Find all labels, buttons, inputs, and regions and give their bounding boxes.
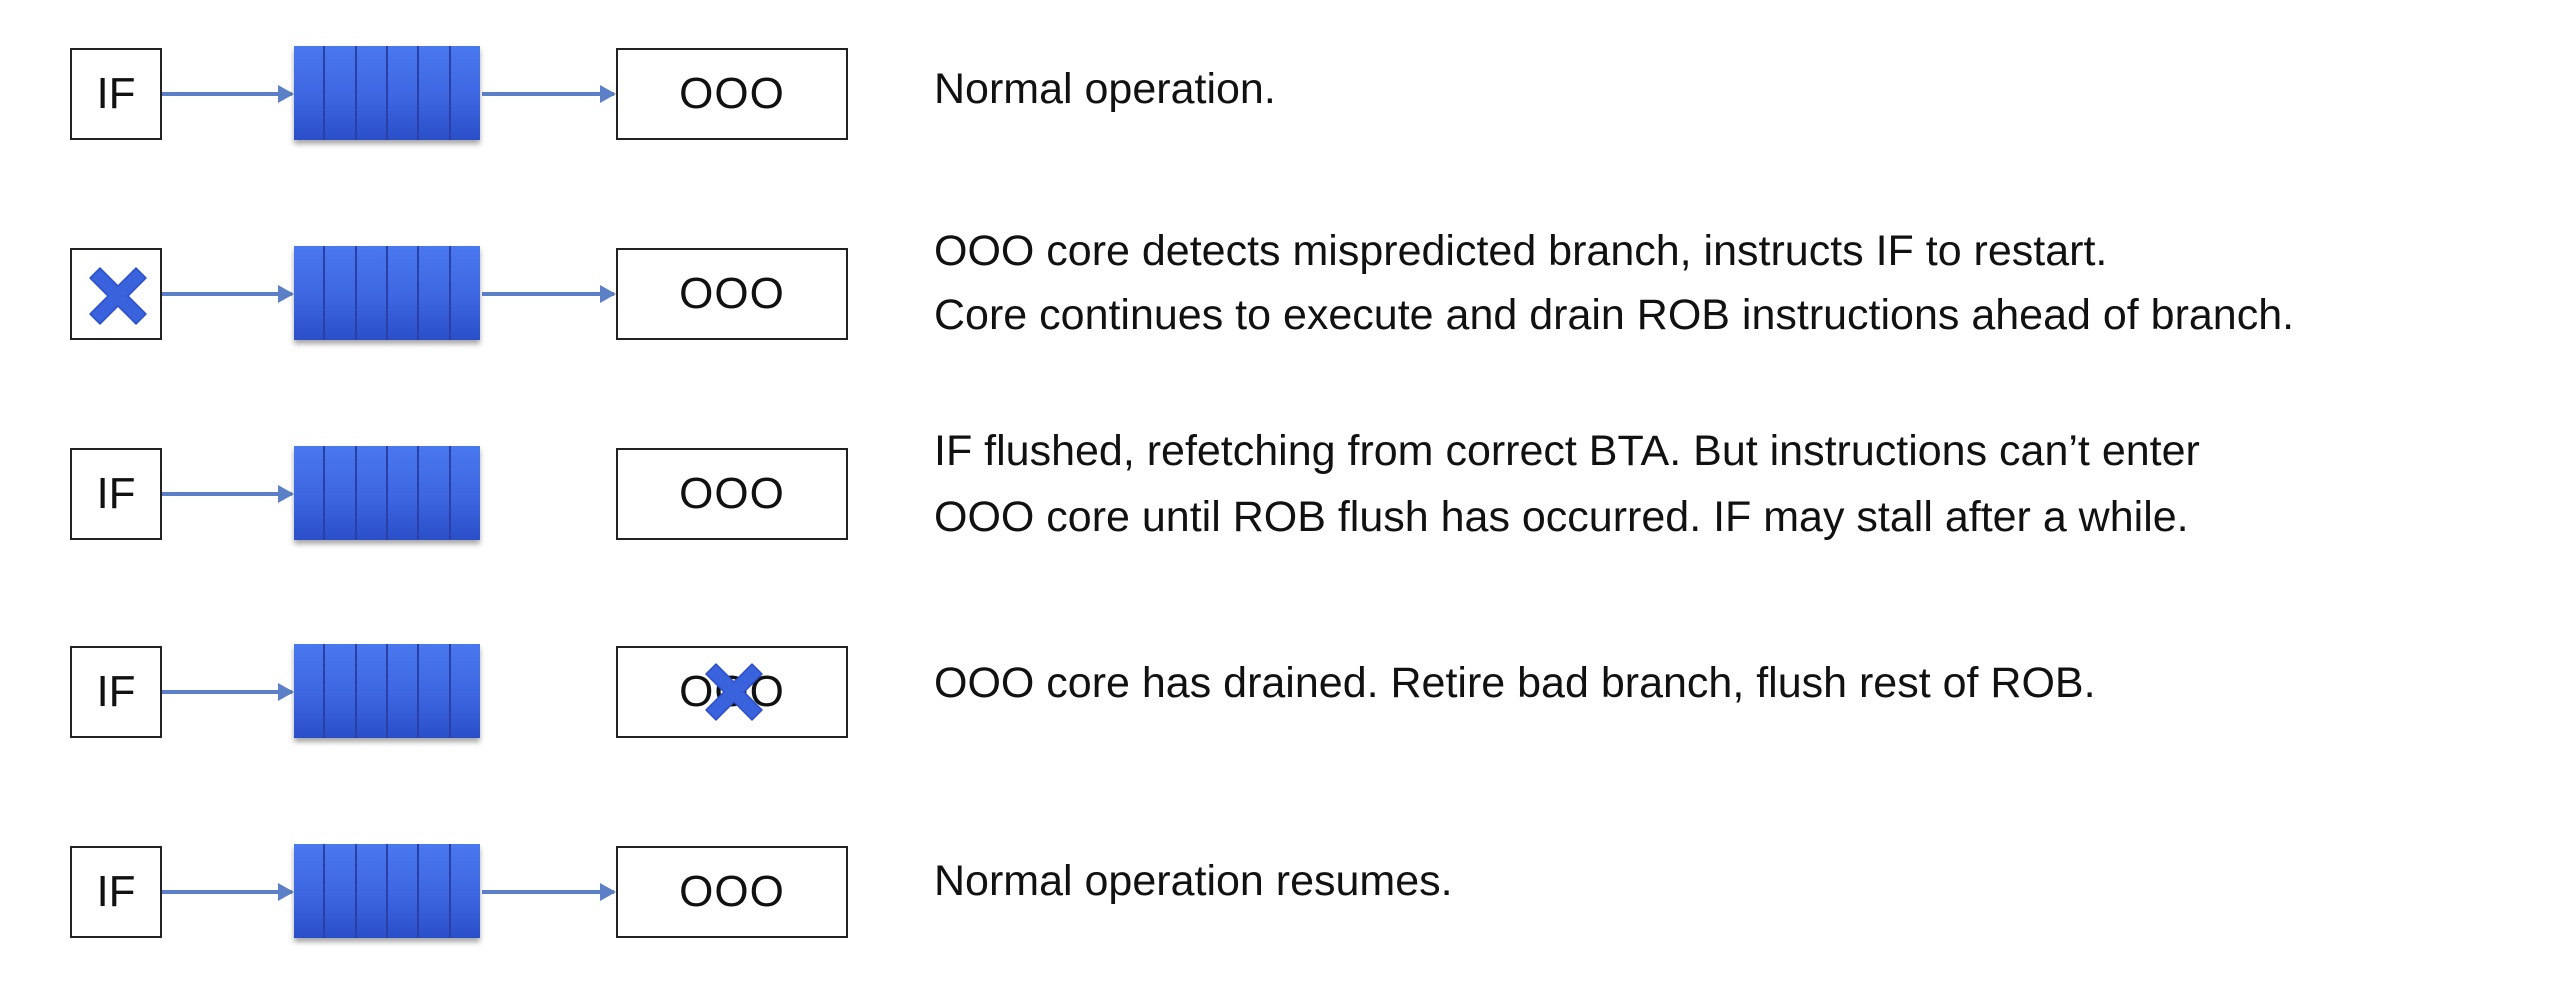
queue-slot <box>450 446 480 540</box>
queue-slot <box>356 644 388 738</box>
row-description-line: OOO core detects mispredicted branch, in… <box>934 227 2108 275</box>
row-description-line: IF flushed, refetching from correct BTA.… <box>934 427 2200 475</box>
queue-slot <box>387 644 420 738</box>
ooo-core-label: OOO <box>679 69 785 118</box>
queue-slot <box>325 46 357 140</box>
instruction-queue <box>294 844 480 938</box>
queue-slot <box>387 446 420 540</box>
instruction-queue <box>294 446 480 540</box>
queue-slot <box>387 246 420 340</box>
ooo-core-box: OOO <box>616 248 848 340</box>
queue-slot <box>387 844 420 938</box>
if-stage-label: IF <box>96 469 136 518</box>
pipeline-diagram: IF OOO Normal operation. OOO OOO core detect… <box>0 0 2552 1008</box>
queue-slot <box>325 446 357 540</box>
arrow-if-to-queue <box>162 485 294 503</box>
queue-slot <box>294 644 326 738</box>
if-stage-label: IF <box>96 69 136 118</box>
ooo-core-label: OOO <box>679 867 785 916</box>
queue-slot <box>356 446 388 540</box>
instruction-queue <box>294 644 480 738</box>
queue-slot <box>450 46 480 140</box>
instruction-queue <box>294 46 480 140</box>
ooo-core-box: OOO <box>616 846 848 938</box>
row-description-line: Normal operation. <box>934 65 1276 113</box>
arrow-queue-to-ooo <box>482 85 616 103</box>
arrow-if-to-queue <box>162 683 294 701</box>
arrow-if-to-queue <box>162 883 294 901</box>
ooo-core-box: OOO <box>616 646 848 738</box>
queue-slot <box>356 246 388 340</box>
arrow-if-to-queue <box>162 85 294 103</box>
ooo-core-label: OOO <box>679 469 785 518</box>
queue-slot <box>450 844 480 938</box>
queue-slot <box>294 446 326 540</box>
queue-slot <box>294 46 326 140</box>
queue-slot <box>325 644 357 738</box>
if-stage-box: IF <box>70 448 162 540</box>
queue-slot <box>419 844 451 938</box>
row-description-line: OOO core has drained. Retire bad branch,… <box>934 659 2096 707</box>
pipeline-row: IF OOO <box>0 0 2552 180</box>
if-stage-label: IF <box>96 667 136 716</box>
queue-slot <box>325 844 357 938</box>
queue-slot <box>450 246 480 340</box>
arrow-queue-to-ooo <box>482 883 616 901</box>
x-mark-icon <box>89 267 147 325</box>
row-description-line: Core continues to execute and drain ROB … <box>934 291 2295 339</box>
x-mark-icon <box>705 663 763 721</box>
if-stage-box: IF <box>70 846 162 938</box>
if-stage-label: IF <box>96 867 136 916</box>
queue-slot <box>419 46 451 140</box>
row-description-line: Normal operation resumes. <box>934 857 1453 905</box>
queue-slot <box>356 844 388 938</box>
queue-slot <box>356 46 388 140</box>
queue-slot <box>450 644 480 738</box>
instruction-queue <box>294 246 480 340</box>
queue-slot <box>419 644 451 738</box>
queue-slot <box>325 246 357 340</box>
arrow-if-to-queue <box>162 285 294 303</box>
arrow-queue-to-ooo <box>482 285 616 303</box>
ooo-core-label: OOO <box>679 269 785 318</box>
if-stage-box: IF <box>70 48 162 140</box>
queue-slot <box>387 46 420 140</box>
ooo-core-box: OOO <box>616 448 848 540</box>
queue-slot <box>294 246 326 340</box>
queue-slot <box>419 446 451 540</box>
ooo-core-box: OOO <box>616 48 848 140</box>
if-stage-box <box>70 248 162 340</box>
queue-slot <box>419 246 451 340</box>
if-stage-box: IF <box>70 646 162 738</box>
row-description-line: OOO core until ROB flush has occurred. I… <box>934 493 2189 541</box>
queue-slot <box>294 844 326 938</box>
